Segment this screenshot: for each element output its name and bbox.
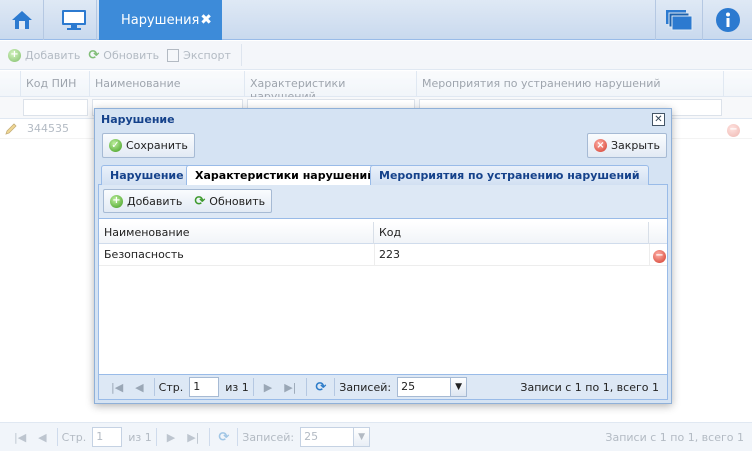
windows-icon [666, 10, 693, 31]
pager-separator [306, 378, 308, 396]
records-label: Записей: [339, 380, 392, 394]
close-button[interactable]: × Закрыть [587, 133, 667, 158]
cell-code: 223 [379, 248, 400, 261]
last-page-icon[interactable]: ▶| [284, 381, 296, 394]
tab-characteristics[interactable]: Характеристики нарушений [186, 165, 384, 186]
close-icon: × [594, 139, 607, 152]
dialog-toolbar: ✓ Сохранить × Закрыть [98, 133, 668, 160]
info-button[interactable] [704, 0, 752, 40]
close-label: Закрыть [611, 139, 660, 152]
page-label: Стр. [158, 380, 184, 394]
dialog-title: Нарушение [101, 113, 175, 126]
first-page-icon[interactable]: |◀ [111, 381, 123, 394]
checkmark-icon: ✓ [109, 139, 122, 152]
page-input[interactable]: 1 [189, 377, 220, 397]
inner-grid-header: Наименование Код [99, 222, 667, 244]
row-delete-icon[interactable]: − [653, 248, 666, 263]
windows-button[interactable] [655, 0, 703, 40]
save-label: Сохранить [126, 139, 188, 152]
chevron-down-icon[interactable]: ▼ [450, 378, 467, 396]
refresh-icon: ⟳ [194, 193, 206, 209]
characteristics-panel: + Добавить ⟳ Обновить Наименование Код Б… [98, 185, 668, 400]
add-icon: + [110, 194, 123, 208]
next-page-icon[interactable]: ▶ [264, 381, 272, 394]
info-icon [716, 8, 740, 32]
cell-name: Безопасность [104, 248, 184, 261]
col-header-code[interactable]: Код [374, 222, 649, 244]
violation-dialog: Нарушение ✕ ✓ Сохранить × Закрыть Наруше… [94, 108, 672, 404]
save-button[interactable]: ✓ Сохранить [102, 133, 195, 158]
desktop-button[interactable] [51, 0, 97, 40]
col-header-name[interactable]: Наименование [99, 222, 374, 244]
home-button[interactable] [0, 0, 44, 40]
monitor-icon [61, 10, 86, 30]
tab-label: Нарушения [121, 12, 200, 28]
dialog-close-icon[interactable]: ✕ [652, 113, 665, 126]
records-value: 25 [401, 380, 416, 393]
dialog-tabs: Нарушение Характеристики нарушений Мероп… [98, 163, 668, 186]
inner-refresh-label: Обновить [209, 194, 266, 208]
home-icon [11, 11, 32, 29]
cell-divider [649, 244, 650, 266]
pager-separator [153, 378, 155, 396]
records-select[interactable]: 25 ▼ [397, 377, 468, 397]
tab-measures[interactable]: Мероприятия по устранению нарушений [370, 165, 649, 185]
cell-divider [374, 244, 375, 266]
inner-pager: |◀ ◀ Стр. 1 из 1 ▶ ▶| ⟳ Записей: 25 ▼ За… [99, 374, 667, 399]
tab-close-icon[interactable]: ✖ [200, 12, 212, 28]
top-bar: Нарушения ✖ [0, 0, 752, 40]
inner-toolbar: + Добавить ⟳ Обновить [99, 185, 667, 219]
tab-narusheniya[interactable]: Нарушения ✖ [99, 0, 222, 40]
of-label: из 1 [225, 380, 249, 394]
inner-add-label: Добавить [127, 194, 183, 208]
inner-add-button[interactable]: + Добавить ⟳ Обновить [103, 189, 273, 213]
table-row[interactable]: Безопасность 223 − [99, 244, 667, 266]
pager-separator [252, 378, 254, 396]
prev-page-icon[interactable]: ◀ [135, 381, 143, 394]
tab-violation[interactable]: Нарушение [101, 165, 193, 185]
pager-separator [334, 378, 336, 396]
pager-summary: Записи с 1 по 1, всего 1 [520, 380, 659, 394]
pager-refresh-icon[interactable]: ⟳ [315, 380, 326, 395]
